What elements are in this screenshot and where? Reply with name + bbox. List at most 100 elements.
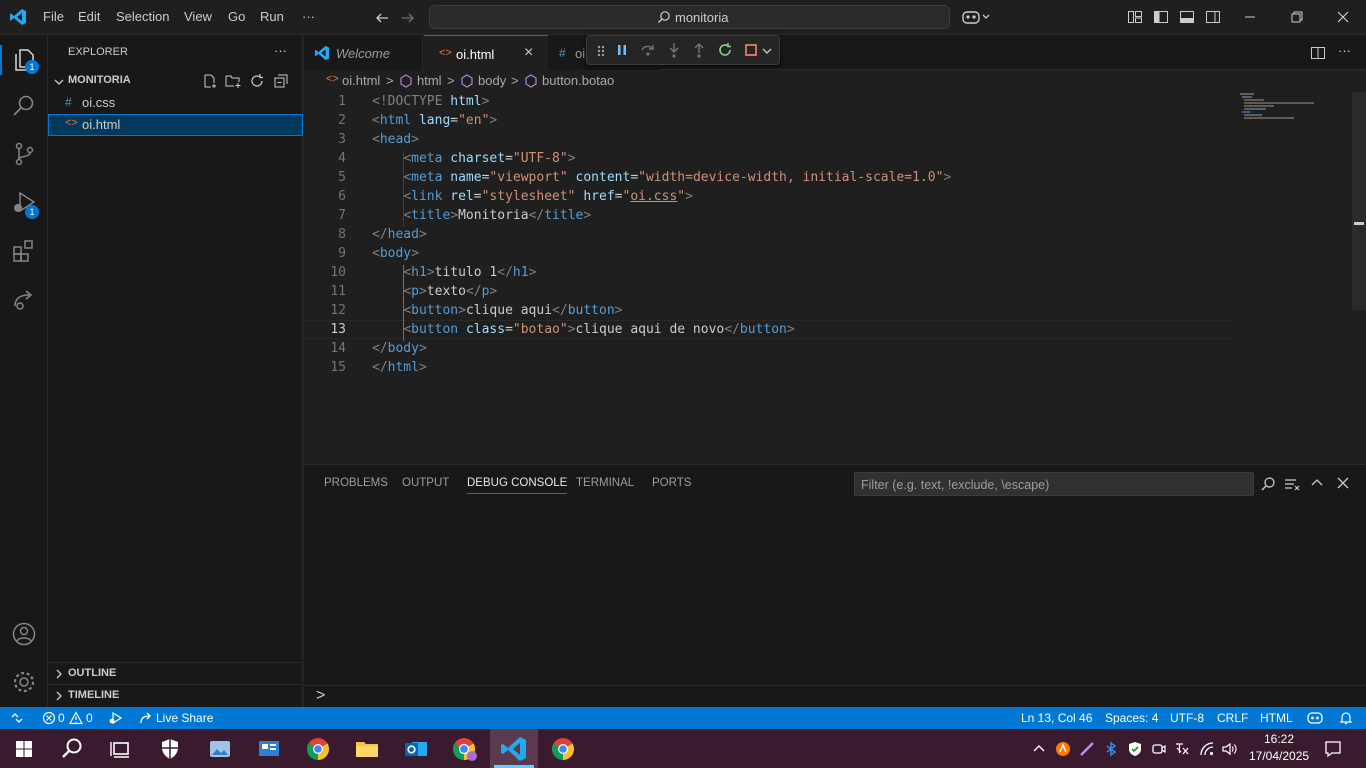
menu-edit[interactable]: Edit bbox=[78, 9, 100, 24]
task-view-icon[interactable] bbox=[105, 734, 135, 764]
new-folder-icon[interactable] bbox=[225, 73, 241, 89]
windows-start-icon[interactable] bbox=[9, 734, 39, 764]
error-count[interactable]: 0 bbox=[58, 711, 65, 725]
drag-handle-icon[interactable] bbox=[596, 44, 606, 58]
photos-app-icon[interactable] bbox=[205, 734, 235, 764]
source-control-icon[interactable] bbox=[11, 141, 37, 167]
language-mode[interactable]: HTML bbox=[1260, 711, 1293, 725]
chrome-profile-icon[interactable] bbox=[450, 734, 480, 764]
notifications-bell-icon[interactable] bbox=[1339, 711, 1353, 725]
cursor-position[interactable]: Ln 13, Col 46 bbox=[1021, 711, 1092, 725]
refresh-icon[interactable] bbox=[249, 73, 265, 89]
folder-header[interactable]: MONITORIA bbox=[48, 71, 303, 93]
bluetooth-icon[interactable] bbox=[1103, 741, 1119, 757]
file-explorer-icon[interactable] bbox=[352, 734, 382, 764]
clock-time[interactable]: 16:22 bbox=[1264, 732, 1294, 746]
toggle-primary-sidebar-icon[interactable] bbox=[1153, 9, 1169, 25]
breadcrumb-html[interactable]: html bbox=[417, 73, 442, 88]
security-shield-icon[interactable] bbox=[155, 734, 185, 764]
clock-date[interactable]: 17/04/2025 bbox=[1249, 749, 1309, 763]
outline-section[interactable]: OUTLINE bbox=[48, 662, 303, 684]
chrome-icon[interactable] bbox=[303, 734, 333, 764]
file-item-oi-html[interactable]: <> oi.html bbox=[48, 114, 303, 136]
customize-layout-icon[interactable] bbox=[1127, 9, 1143, 25]
new-file-icon[interactable] bbox=[202, 73, 218, 89]
chevron-down-icon[interactable] bbox=[762, 46, 772, 56]
vertical-scrollbar[interactable] bbox=[1352, 92, 1366, 310]
console-prompt[interactable]: > bbox=[316, 687, 325, 705]
toggle-secondary-sidebar-icon[interactable] bbox=[1205, 9, 1221, 25]
encoding[interactable]: UTF-8 bbox=[1170, 711, 1204, 725]
meet-now-icon[interactable] bbox=[1151, 741, 1167, 757]
close-panel-icon[interactable] bbox=[1336, 476, 1350, 490]
minimap[interactable] bbox=[1238, 92, 1318, 128]
file-item-oi-css[interactable]: # oi.css bbox=[48, 92, 303, 114]
line-ending[interactable]: CRLF bbox=[1217, 711, 1248, 725]
menu-selection[interactable]: Selection bbox=[116, 9, 169, 24]
menu-go[interactable]: Go bbox=[228, 9, 245, 24]
step-into-icon[interactable] bbox=[667, 42, 681, 58]
step-over-icon[interactable] bbox=[640, 43, 656, 57]
copilot-icon[interactable] bbox=[962, 9, 992, 25]
filter-input[interactable]: Filter (e.g. text, !exclude, \escape) bbox=[854, 472, 1254, 496]
live-share-label[interactable]: Live Share bbox=[156, 711, 213, 725]
wifi-icon[interactable] bbox=[1199, 741, 1215, 757]
collapse-all-icon[interactable] bbox=[273, 73, 289, 89]
tab-output[interactable]: OUTPUT bbox=[402, 477, 449, 489]
extensions-icon[interactable] bbox=[11, 238, 37, 264]
forward-arrow-icon[interactable] bbox=[400, 10, 416, 26]
breadcrumb-body[interactable]: body bbox=[478, 73, 506, 88]
menu-more[interactable]: ··· bbox=[302, 9, 315, 24]
accounts-icon[interactable] bbox=[11, 621, 37, 647]
toggle-panel-icon[interactable] bbox=[1179, 9, 1195, 25]
maximize-panel-icon[interactable] bbox=[1310, 476, 1324, 490]
step-out-icon[interactable] bbox=[692, 42, 706, 58]
warning-count[interactable]: 0 bbox=[86, 711, 93, 725]
minimize-icon[interactable] bbox=[1243, 10, 1257, 24]
stop-icon[interactable] bbox=[744, 43, 758, 57]
split-editor-icon[interactable] bbox=[1310, 45, 1326, 61]
sidebar-more-button[interactable]: ··· bbox=[274, 43, 287, 58]
avast-icon[interactable] bbox=[1055, 741, 1071, 757]
clear-console-icon[interactable] bbox=[1284, 476, 1300, 492]
notification-center-icon[interactable] bbox=[1324, 740, 1342, 758]
restart-icon[interactable] bbox=[717, 42, 733, 58]
command-center-search[interactable]: monitoria bbox=[429, 5, 950, 29]
breadcrumb-button[interactable]: button.botao bbox=[542, 73, 614, 88]
vscode-taskbar-icon[interactable] bbox=[499, 734, 529, 764]
tab-debug-console[interactable]: DEBUG CONSOLE bbox=[467, 477, 568, 494]
chrome-icon[interactable] bbox=[548, 734, 578, 764]
debug-status-icon[interactable] bbox=[108, 711, 123, 725]
back-arrow-icon[interactable] bbox=[374, 10, 390, 26]
indentation[interactable]: Spaces: 4 bbox=[1105, 711, 1158, 725]
menu-run[interactable]: Run bbox=[260, 9, 284, 24]
css-file-link[interactable]: oi.css bbox=[630, 189, 677, 204]
live-share-icon[interactable] bbox=[139, 711, 153, 725]
outlook-icon[interactable] bbox=[401, 734, 431, 764]
live-share-icon[interactable] bbox=[11, 286, 37, 312]
error-icon[interactable] bbox=[42, 711, 56, 725]
tab-problems[interactable]: PROBLEMS bbox=[324, 477, 388, 489]
control-panel-icon[interactable] bbox=[254, 734, 284, 764]
search-icon[interactable] bbox=[57, 734, 87, 764]
copilot-status-icon[interactable] bbox=[1307, 711, 1323, 725]
tab-oi-html[interactable]: <> oi.html × bbox=[424, 35, 548, 70]
tab-ports[interactable]: PORTS bbox=[652, 477, 691, 489]
manage-gear-icon[interactable] bbox=[11, 669, 37, 695]
menu-file[interactable]: File bbox=[43, 9, 64, 24]
tray-expand-icon[interactable] bbox=[1031, 741, 1047, 757]
remote-icon[interactable] bbox=[10, 711, 24, 725]
volume-icon[interactable] bbox=[1221, 741, 1237, 757]
tab-welcome[interactable]: Welcome bbox=[304, 35, 423, 70]
tab-close-icon[interactable]: × bbox=[524, 44, 533, 62]
warning-icon[interactable] bbox=[69, 711, 83, 725]
filter-search-icon[interactable] bbox=[1260, 476, 1276, 492]
editor-more-button[interactable]: ··· bbox=[1338, 43, 1351, 58]
breadcrumb-file[interactable]: oi.html bbox=[342, 73, 380, 88]
defender-icon[interactable] bbox=[1127, 741, 1143, 757]
menu-view[interactable]: View bbox=[184, 9, 212, 24]
pen-icon[interactable] bbox=[1079, 741, 1095, 757]
keyboard-language-icon[interactable] bbox=[1174, 741, 1190, 757]
timeline-section[interactable]: TIMELINE bbox=[48, 684, 303, 707]
code-editor[interactable]: 1 2 3 4 5 6 7 8 9 10 11 12 13 14 15 <!DOCTYPE html> <h… bbox=[304, 92, 1366, 464]
